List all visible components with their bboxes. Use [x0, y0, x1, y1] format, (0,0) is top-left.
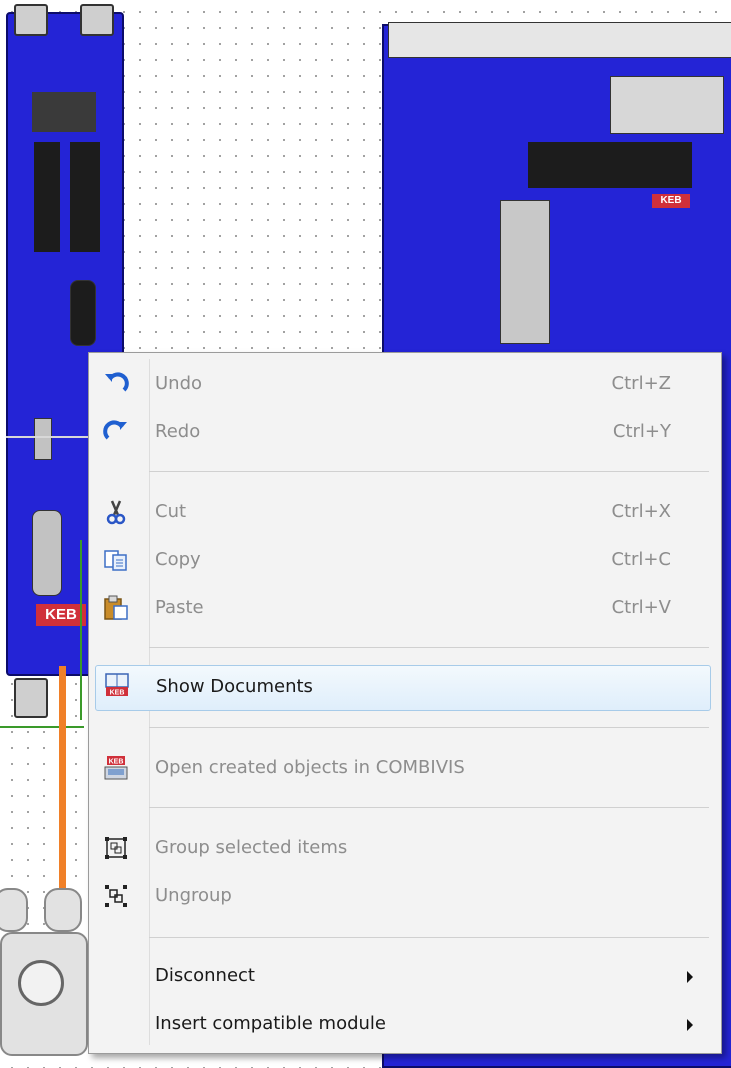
menu-item-undo[interactable]: Undo Ctrl+Z — [95, 365, 711, 405]
menu-item-paste[interactable]: Paste Ctrl+V — [95, 589, 711, 629]
menu-item-redo[interactable]: Redo Ctrl+Y — [95, 413, 711, 453]
menu-item-insert-compatible-module[interactable]: Insert compatible module — [95, 1005, 711, 1045]
menu-item-label: Undo — [155, 373, 203, 394]
connector-strip — [32, 92, 96, 132]
paste-icon — [101, 593, 131, 623]
context-menu: Undo Ctrl+Z Redo Ctrl+Y Cut Ctrl+X Copy … — [88, 352, 722, 1054]
menu-item-label: Cut — [155, 501, 187, 522]
terminal-block — [500, 200, 550, 344]
menu-item-label: Insert compatible module — [155, 1013, 386, 1034]
menu-item-shortcut: Ctrl+C — [611, 549, 671, 570]
motor-connector-left — [0, 888, 28, 932]
menu-item-show-documents[interactable]: KEB Show Documents — [95, 665, 711, 711]
menu-separator — [149, 727, 709, 728]
copy-icon — [101, 545, 131, 575]
small-slot — [34, 418, 52, 460]
top-terminal-right — [80, 4, 114, 36]
scissors-icon — [101, 497, 131, 527]
menu-separator — [149, 807, 709, 808]
menu-item-label: Open created objects in COMBIVIS — [155, 757, 465, 778]
power-terminal — [610, 76, 724, 134]
menu-item-label: Show Documents — [156, 676, 313, 697]
io-terminal-left — [34, 142, 60, 252]
combivis-icon: KEB — [101, 753, 131, 783]
svg-text:KEB: KEB — [110, 690, 125, 697]
group-icon — [101, 833, 131, 863]
menu-separator — [149, 471, 709, 472]
menu-separator — [149, 937, 709, 938]
menu-item-shortcut: Ctrl+Y — [612, 421, 671, 442]
menu-item-label: Paste — [155, 597, 204, 618]
sub-d-port — [70, 280, 96, 346]
keb-logo-right: KEB — [652, 194, 690, 208]
menu-item-label: Ungroup — [155, 885, 232, 906]
menu-item-cut[interactable]: Cut Ctrl+X — [95, 493, 711, 533]
menu-item-shortcut: Ctrl+Z — [611, 373, 671, 394]
ungroup-icon — [101, 881, 131, 911]
submenu-arrow-icon — [687, 971, 693, 983]
cable-orange — [59, 666, 66, 906]
menu-separator — [149, 647, 709, 648]
menu-item-shortcut: Ctrl+V — [611, 597, 671, 618]
top-terminal-left — [14, 4, 48, 36]
cable-green-vertical — [80, 540, 82, 720]
book-keb-icon: KEB — [102, 670, 132, 700]
cable-gray — [6, 436, 88, 438]
menu-item-label: Copy — [155, 549, 201, 570]
bottom-terminal — [14, 678, 48, 718]
cable-green-horizontal — [0, 726, 84, 728]
svg-text:KEB: KEB — [109, 759, 124, 766]
menu-item-disconnect[interactable]: Disconnect — [95, 957, 711, 997]
menu-item-shortcut: Ctrl+X — [611, 501, 671, 522]
top-bracket — [388, 22, 731, 58]
menu-item-label: Group selected items — [155, 837, 348, 858]
menu-item-group[interactable]: Group selected items — [95, 829, 711, 869]
io-terminal-right — [70, 142, 100, 252]
motor[interactable] — [0, 932, 88, 1056]
menu-item-label: Redo — [155, 421, 201, 442]
menu-item-label: Disconnect — [155, 965, 255, 986]
submenu-arrow-icon — [687, 1019, 693, 1031]
control-connector — [528, 142, 692, 188]
keb-logo-left: KEB — [36, 604, 86, 626]
lower-sub-d-port — [32, 510, 62, 596]
menu-item-copy[interactable]: Copy Ctrl+C — [95, 541, 711, 581]
motor-connector-right — [44, 888, 82, 932]
redo-icon — [101, 417, 131, 447]
menu-item-ungroup[interactable]: Ungroup — [95, 877, 711, 917]
menu-item-open-combivis[interactable]: KEB Open created objects in COMBIVIS — [95, 749, 711, 789]
undo-icon — [101, 369, 131, 399]
